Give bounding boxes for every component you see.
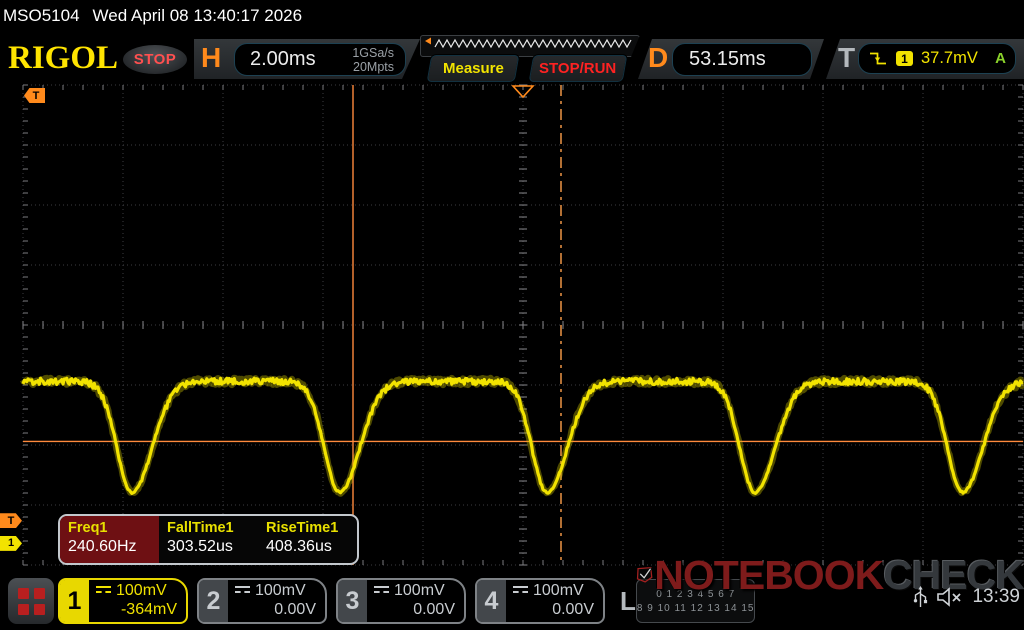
measurement-item[interactable]: Freq1 240.60Hz — [60, 516, 159, 563]
measurement-value: 240.60Hz — [68, 538, 137, 555]
measurement-item[interactable]: RiseTime1 408.36us — [258, 516, 357, 563]
oscilloscope-screen: MSO5104 Wed April 08 13:40:17 2026 RIGOL… — [0, 0, 1024, 630]
measurement-value: 303.52us — [167, 538, 233, 555]
measurement-value: 408.36us — [266, 538, 332, 555]
speaker-muted-icon[interactable] — [936, 587, 964, 607]
measurement-results-box[interactable]: Freq1 240.60Hz FallTime1 303.52us RiseTime1 4… — [58, 514, 359, 565]
usb-icon — [914, 586, 928, 607]
measurement-label: RiseTime1 — [266, 520, 339, 536]
measurement-label: FallTime1 — [167, 520, 234, 536]
measurement-item[interactable]: FallTime1 303.52us — [159, 516, 258, 563]
measurement-label: Freq1 — [68, 520, 108, 536]
clock-label: 13:39 — [972, 586, 1020, 607]
system-tray: 13:39 — [913, 586, 1020, 608]
